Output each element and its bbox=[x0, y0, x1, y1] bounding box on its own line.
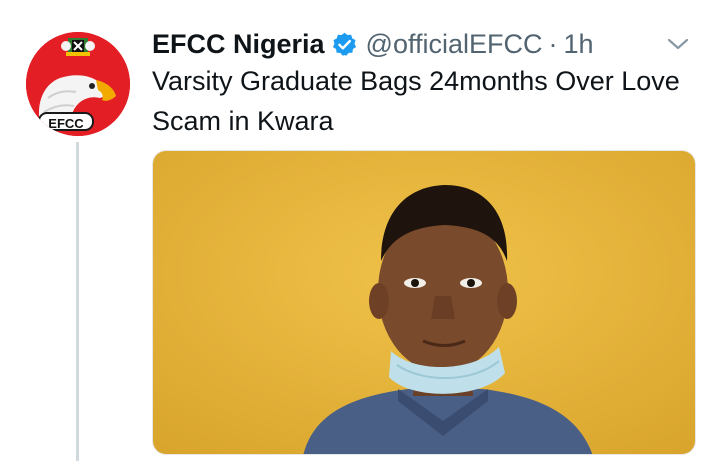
chevron-down-icon[interactable] bbox=[664, 30, 692, 58]
tweet-photo[interactable] bbox=[152, 150, 696, 455]
thread-line bbox=[76, 142, 79, 461]
verified-badge-icon bbox=[332, 32, 356, 56]
avatar[interactable]: EFCC bbox=[26, 32, 130, 136]
tweet-header: EFCC Nigeria @officialEFCC · 1h bbox=[152, 26, 594, 62]
photo-of-man bbox=[153, 151, 695, 454]
tweet-text: Varsity Graduate Bags 24months Over Love… bbox=[152, 66, 680, 136]
display-name[interactable]: EFCC Nigeria bbox=[152, 29, 325, 60]
tweet[interactable]: EFCC EFCC Nigeria @officialEFCC · 1h Var… bbox=[0, 0, 720, 461]
separator-dot: · bbox=[548, 28, 558, 59]
timestamp[interactable]: 1h bbox=[564, 29, 594, 60]
avatar-logo-text: EFCC bbox=[38, 112, 94, 131]
user-handle[interactable]: @officialEFCC bbox=[366, 29, 543, 60]
